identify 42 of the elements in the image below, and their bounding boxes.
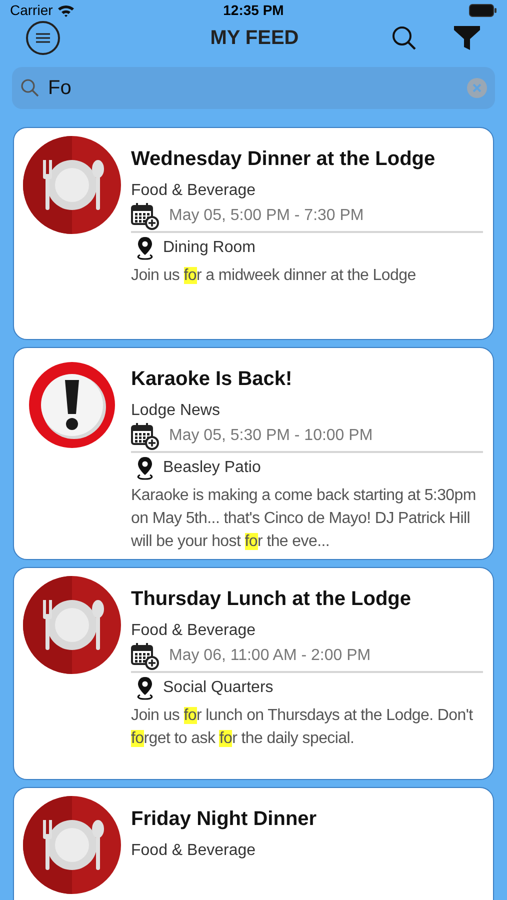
event-location: Social Quarters: [163, 678, 274, 698]
event-title: Friday Night Dinner: [131, 807, 318, 832]
location-pin-icon: [136, 456, 154, 480]
event-category: Food & Beverage: [131, 621, 257, 641]
event-card[interactable]: Thursday Lunch at the Lodge Food & Beverage May 06, 11:00 AM - 2:00 PM Social Quarters Join us for lunch on Thursdays at the Lodge. Don't forget to ask for the daily special.: [13, 567, 494, 780]
location-pin-icon: [136, 236, 154, 260]
battery-icon: [468, 4, 497, 17]
calendar-add-icon: [131, 642, 159, 670]
event-category: Lodge News: [131, 401, 221, 421]
calendar-add-icon: [131, 202, 159, 230]
wifi-icon: [56, 4, 75, 17]
event-category: Food & Beverage: [131, 181, 257, 201]
location-pin-icon: [136, 676, 154, 700]
event-location: Beasley Patio: [163, 458, 261, 478]
search-field[interactable]: Fo: [12, 67, 495, 109]
plate-cutlery-icon: [23, 576, 121, 674]
carrier-label: Carrier: [10, 1, 53, 20]
filter-button[interactable]: [453, 24, 481, 52]
search-icon: [391, 25, 417, 51]
menu-button[interactable]: [26, 21, 60, 55]
event-time: May 05, 5:30 PM - 10:00 PM: [169, 426, 373, 446]
calendar-add-icon: [131, 422, 159, 450]
menu-icon: [36, 33, 50, 43]
event-time: May 05, 5:00 PM - 7:30 PM: [169, 206, 364, 226]
event-description: Join us for a midweek dinner at the Lodge: [131, 266, 417, 286]
event-card[interactable]: Wednesday Dinner at the Lodge Food & Beverage May 05, 5:00 PM - 7:30 PM Dining Room Join us for a midweek dinner at the Lodge: [13, 127, 494, 340]
event-description: Karaoke is making a come back starting at 5:30pm on May 5th... that's Cinco de Mayo! DJ Patrick Hill will be your host for the eve...: [131, 486, 477, 552]
filter-icon: [454, 26, 480, 50]
event-card[interactable]: [13, 347, 494, 560]
event-card[interactable]: Friday Night Dinner Food & Beverage: [13, 787, 494, 900]
status-time: 12:35 PM: [223, 1, 284, 20]
event-category: Food & Beverage: [131, 841, 257, 861]
page-title: MY FEED: [209, 26, 300, 51]
plate-cutlery-icon: [23, 796, 121, 894]
event-title: Wednesday Dinner at the Lodge: [131, 147, 436, 172]
event-title: Thursday Lunch at the Lodge: [131, 587, 412, 612]
event-location: Dining Room: [163, 238, 256, 258]
event-description: Join us for lunch on Thursdays at the Lodge. Don't forget to ask for the daily special.: [131, 706, 474, 749]
event-title: Karaoke Is Back!: [131, 367, 294, 392]
event-time: May 06, 11:00 AM - 2:00 PM: [169, 646, 371, 666]
search-icon: [20, 78, 40, 98]
plate-cutlery-icon: [23, 136, 121, 234]
